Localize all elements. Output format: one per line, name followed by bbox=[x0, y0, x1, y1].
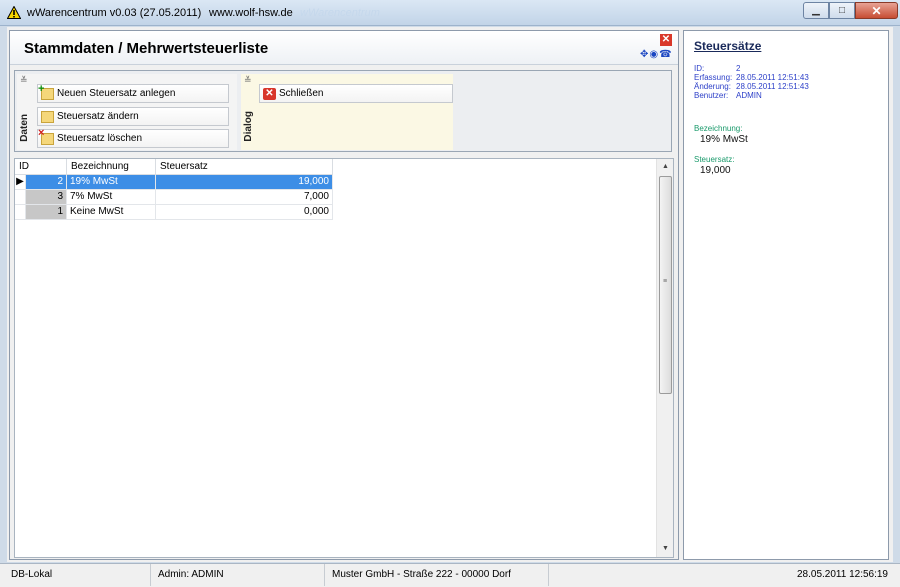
table-row[interactable]: 3 7% MwSt 7,000 bbox=[15, 190, 333, 205]
page-header: Stammdaten / Mehrwertsteuerliste ✕ ✥◉☎ bbox=[10, 31, 678, 65]
cell-id[interactable]: 3 bbox=[26, 190, 67, 205]
bezeichnung-value: 19% MwSt bbox=[700, 134, 748, 145]
cell-id[interactable]: 2 bbox=[26, 175, 67, 190]
scroll-thumb[interactable]: ≡ bbox=[659, 176, 672, 394]
close-icon: ✕ bbox=[263, 87, 276, 100]
meta-row: Änderung: 28.05.2011 12:51:43 bbox=[694, 82, 809, 91]
close-dialog-label: Schließen bbox=[279, 88, 324, 99]
page-title: Stammdaten / Mehrwertsteuerliste bbox=[24, 40, 269, 57]
close-dialog-button[interactable]: ✕ Schließen bbox=[259, 84, 453, 103]
new-tax-rate-label: Neuen Steuersatz anlegen bbox=[57, 88, 176, 99]
close-icon[interactable]: ✕ bbox=[660, 34, 672, 46]
meta-key: ID: bbox=[694, 64, 705, 73]
cell-bezeichnung[interactable]: Keine MwSt bbox=[67, 205, 156, 220]
ribbon-group-dialog: ≚ Dialog ✕ Schließen bbox=[241, 74, 453, 150]
window-url: www.wolf-hsw.de bbox=[209, 7, 293, 19]
ribbon-group-label: Dialog bbox=[243, 111, 254, 142]
status-bar: DB-Lokal Admin: ADMIN Muster GmbH - Stra… bbox=[0, 563, 900, 587]
chevron-down-icon[interactable]: ≚ bbox=[20, 75, 28, 86]
meta-value: ADMIN bbox=[736, 91, 762, 100]
ribbon: ≚ Daten Neuen Steuersatz anlegen Steuers… bbox=[14, 70, 672, 152]
tax-rate-grid: ID Bezeichnung Steuersatz ▶ 2 19% MwSt 1… bbox=[14, 158, 674, 558]
cell-bezeichnung[interactable]: 19% MwSt bbox=[67, 175, 156, 190]
meta-key: Erfassung: bbox=[694, 73, 733, 82]
status-datetime: 28.05.2011 12:56:19 bbox=[796, 569, 888, 580]
bezeichnung-label: Bezeichnung: bbox=[694, 124, 743, 133]
cell-bezeichnung[interactable]: 7% MwSt bbox=[67, 190, 156, 205]
folder-delete-icon bbox=[38, 127, 54, 145]
column-header-id[interactable]: ID bbox=[15, 159, 67, 175]
phone-icon[interactable]: ☎ bbox=[659, 49, 672, 60]
row-selector[interactable] bbox=[15, 190, 26, 205]
row-selector[interactable] bbox=[15, 205, 26, 220]
warning-triangle-icon bbox=[7, 6, 21, 19]
column-header-steuersatz[interactable]: Steuersatz bbox=[156, 159, 333, 175]
cell-steuersatz[interactable]: 19,000 bbox=[156, 175, 333, 190]
folder-add-icon bbox=[38, 83, 54, 100]
delete-tax-rate-button[interactable]: Steuersatz löschen bbox=[37, 127, 229, 148]
meta-row: Erfassung: 28.05.2011 12:51:43 bbox=[694, 73, 809, 82]
table-row[interactable]: ▶ 2 19% MwSt 19,000 bbox=[15, 175, 333, 190]
ribbon-group-daten: ≚ Daten Neuen Steuersatz anlegen Steuers… bbox=[17, 74, 237, 150]
column-header-bezeichnung[interactable]: Bezeichnung bbox=[67, 159, 156, 175]
maximize-button[interactable]: □ bbox=[829, 2, 855, 19]
minimize-button[interactable]: ▁ bbox=[803, 2, 829, 19]
move-icon[interactable]: ✥ bbox=[640, 49, 649, 60]
vertical-scrollbar[interactable]: ▲ ≡ ▼ bbox=[656, 159, 673, 557]
meta-value: 2 bbox=[736, 64, 741, 73]
status-user: Admin: ADMIN bbox=[153, 564, 325, 586]
scroll-up-icon[interactable]: ▲ bbox=[657, 159, 674, 175]
window-title: wWarencentrum v0.03 (27.05.2011) bbox=[27, 7, 202, 19]
grid-header: ID Bezeichnung Steuersatz bbox=[15, 159, 333, 175]
status-db: DB-Lokal bbox=[6, 564, 151, 586]
detail-meta: ID: 2 Erfassung: 28.05.2011 12:51:43 Änd… bbox=[694, 64, 809, 100]
ribbon-group-label: Daten bbox=[19, 114, 30, 142]
meta-row: ID: 2 bbox=[694, 64, 809, 73]
steuersatz-value: 19,000 bbox=[700, 165, 731, 176]
edit-tax-rate-button[interactable]: Steuersatz ändern bbox=[37, 107, 229, 126]
meta-value: 28.05.2011 12:51:43 bbox=[736, 82, 809, 91]
scroll-down-icon[interactable]: ▼ bbox=[657, 541, 674, 557]
meta-key: Benutzer: bbox=[694, 91, 729, 100]
main-panel: Stammdaten / Mehrwertsteuerliste ✕ ✥◉☎ ≚… bbox=[9, 30, 679, 560]
folder-icon bbox=[41, 110, 54, 123]
delete-tax-rate-label: Steuersatz löschen bbox=[57, 133, 143, 144]
cell-steuersatz[interactable]: 7,000 bbox=[156, 190, 333, 205]
detail-panel: Steuersätze ID: 2 Erfassung: 28.05.2011 … bbox=[683, 30, 889, 560]
meta-value: 28.05.2011 12:51:43 bbox=[736, 73, 809, 82]
client-area: Stammdaten / Mehrwertsteuerliste ✕ ✥◉☎ ≚… bbox=[7, 27, 893, 562]
steuersatz-label: Steuersatz: bbox=[694, 155, 735, 164]
cell-id[interactable]: 1 bbox=[26, 205, 67, 220]
detail-title: Steuersätze bbox=[694, 39, 762, 53]
chevron-down-icon[interactable]: ≚ bbox=[244, 75, 252, 86]
new-tax-rate-button[interactable]: Neuen Steuersatz anlegen bbox=[37, 83, 229, 103]
table-row[interactable]: 1 Keine MwSt 0,000 bbox=[15, 205, 333, 220]
window-ghost-title: wWarencentrum bbox=[300, 7, 380, 19]
meta-row: Benutzer: ADMIN bbox=[694, 91, 809, 100]
meta-key: Änderung: bbox=[694, 82, 731, 91]
status-company: Muster GmbH - Straße 222 - 00000 Dorf bbox=[327, 564, 549, 586]
cell-steuersatz[interactable]: 0,000 bbox=[156, 205, 333, 220]
edit-tax-rate-label: Steuersatz ändern bbox=[57, 111, 139, 122]
target-icon[interactable]: ◉ bbox=[649, 49, 659, 60]
row-pointer-icon: ▶ bbox=[15, 175, 26, 190]
grip-icon: ≡ bbox=[663, 278, 668, 285]
header-tool-icons: ✥◉☎ bbox=[640, 49, 673, 60]
window-titlebar: wWarencentrum v0.03 (27.05.2011) www.wol… bbox=[0, 0, 900, 26]
window-controls: ▁ □ ✕ bbox=[803, 2, 898, 19]
window-close-button[interactable]: ✕ bbox=[855, 2, 898, 19]
